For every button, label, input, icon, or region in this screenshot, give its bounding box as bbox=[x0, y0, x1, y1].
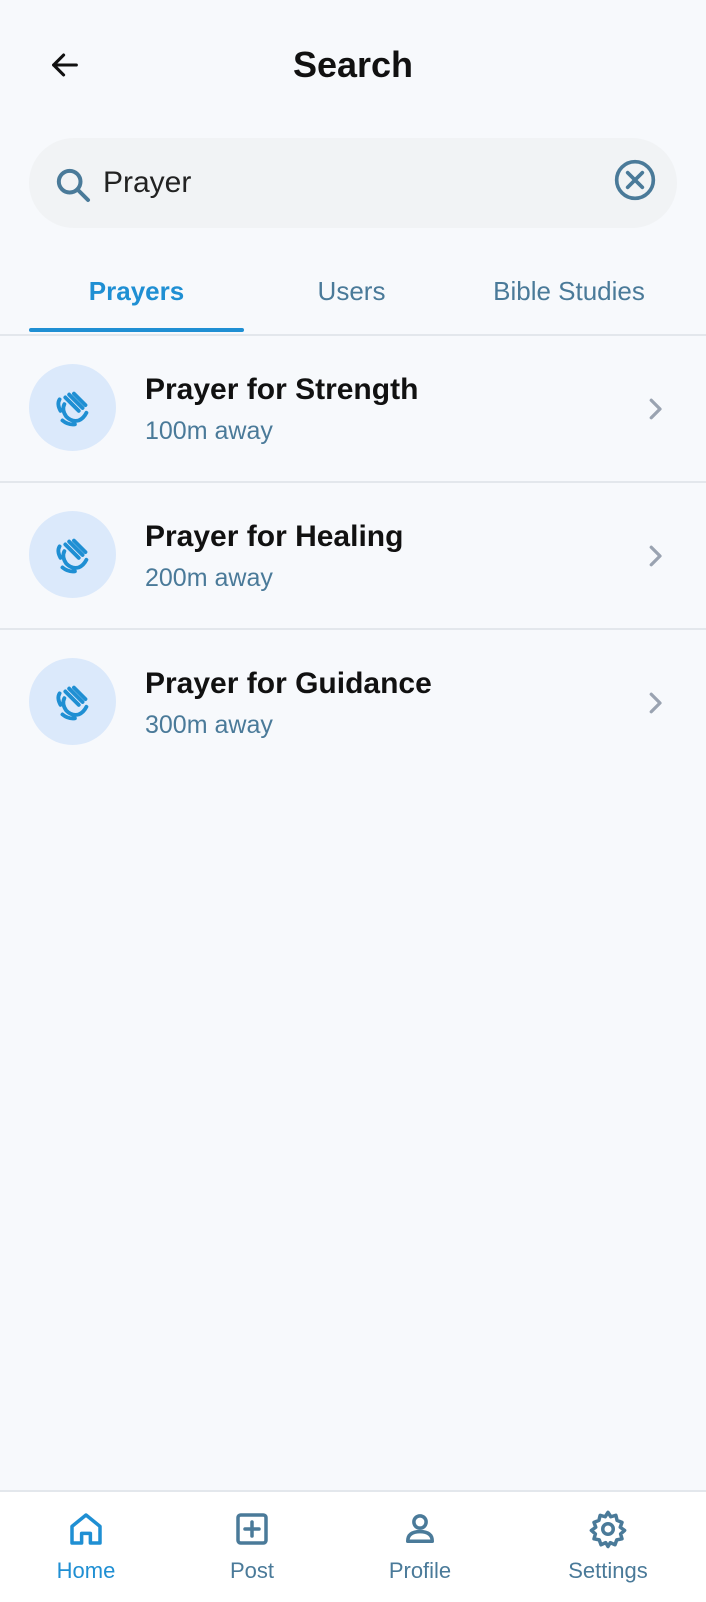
result-distance: 300m away bbox=[145, 711, 273, 739]
list-item[interactable]: Prayer for Healing 200m away bbox=[0, 483, 706, 630]
home-icon bbox=[70, 1513, 102, 1545]
praying-hands-icon bbox=[55, 391, 88, 426]
search-icon bbox=[56, 168, 90, 202]
tab-prayers[interactable]: Prayers bbox=[29, 250, 244, 332]
praying-hands-icon bbox=[55, 685, 88, 720]
nav-label: Settings bbox=[568, 1558, 648, 1583]
chevron-right-icon bbox=[649, 545, 662, 567]
gear-icon bbox=[589, 1510, 627, 1549]
tab-label: Users bbox=[317, 275, 386, 306]
tab-label: Bible Studies bbox=[493, 275, 645, 306]
result-distance: 200m away bbox=[145, 564, 273, 592]
result-distance: 100m away bbox=[145, 417, 273, 445]
nav-post[interactable]: Post bbox=[182, 1492, 322, 1602]
bottom-navigation: Home Post Profile Settings bbox=[0, 1490, 706, 1602]
result-title: Prayer for Strength bbox=[145, 373, 419, 406]
result-avatar bbox=[29, 658, 116, 745]
active-tab-indicator bbox=[29, 328, 244, 332]
nav-label: Home bbox=[56, 1558, 116, 1583]
tab-label: Prayers bbox=[88, 275, 185, 306]
result-title: Prayer for Healing bbox=[145, 520, 404, 553]
nav-settings[interactable]: Settings bbox=[538, 1492, 678, 1602]
tab-bar: Prayers Users Bible Studies bbox=[0, 250, 706, 336]
tab-bible-studies[interactable]: Bible Studies bbox=[459, 250, 679, 332]
tab-users[interactable]: Users bbox=[244, 250, 459, 332]
search-bar[interactable] bbox=[29, 138, 677, 228]
chevron-right-icon bbox=[649, 692, 662, 714]
result-avatar bbox=[29, 511, 116, 598]
top-app-bar: Search bbox=[0, 0, 706, 130]
list-item[interactable]: Prayer for Strength 100m away bbox=[0, 336, 706, 483]
clear-circle-icon[interactable] bbox=[613, 158, 657, 202]
nav-label: Profile bbox=[388, 1558, 452, 1583]
page-title: Search bbox=[292, 44, 414, 85]
add-square-icon bbox=[236, 1513, 268, 1545]
nav-home[interactable]: Home bbox=[16, 1492, 156, 1602]
result-title: Prayer for Guidance bbox=[145, 667, 432, 700]
nav-label: Post bbox=[229, 1558, 275, 1583]
search-input[interactable] bbox=[103, 158, 583, 208]
nav-profile[interactable]: Profile bbox=[350, 1492, 490, 1602]
praying-hands-icon bbox=[55, 538, 88, 573]
chevron-right-icon bbox=[649, 398, 662, 420]
list-item[interactable]: Prayer for Guidance 300m away bbox=[0, 630, 706, 775]
result-avatar bbox=[29, 364, 116, 451]
result-list: Prayer for Strength 100m away Prayer for… bbox=[0, 336, 706, 775]
user-icon bbox=[406, 1514, 434, 1543]
